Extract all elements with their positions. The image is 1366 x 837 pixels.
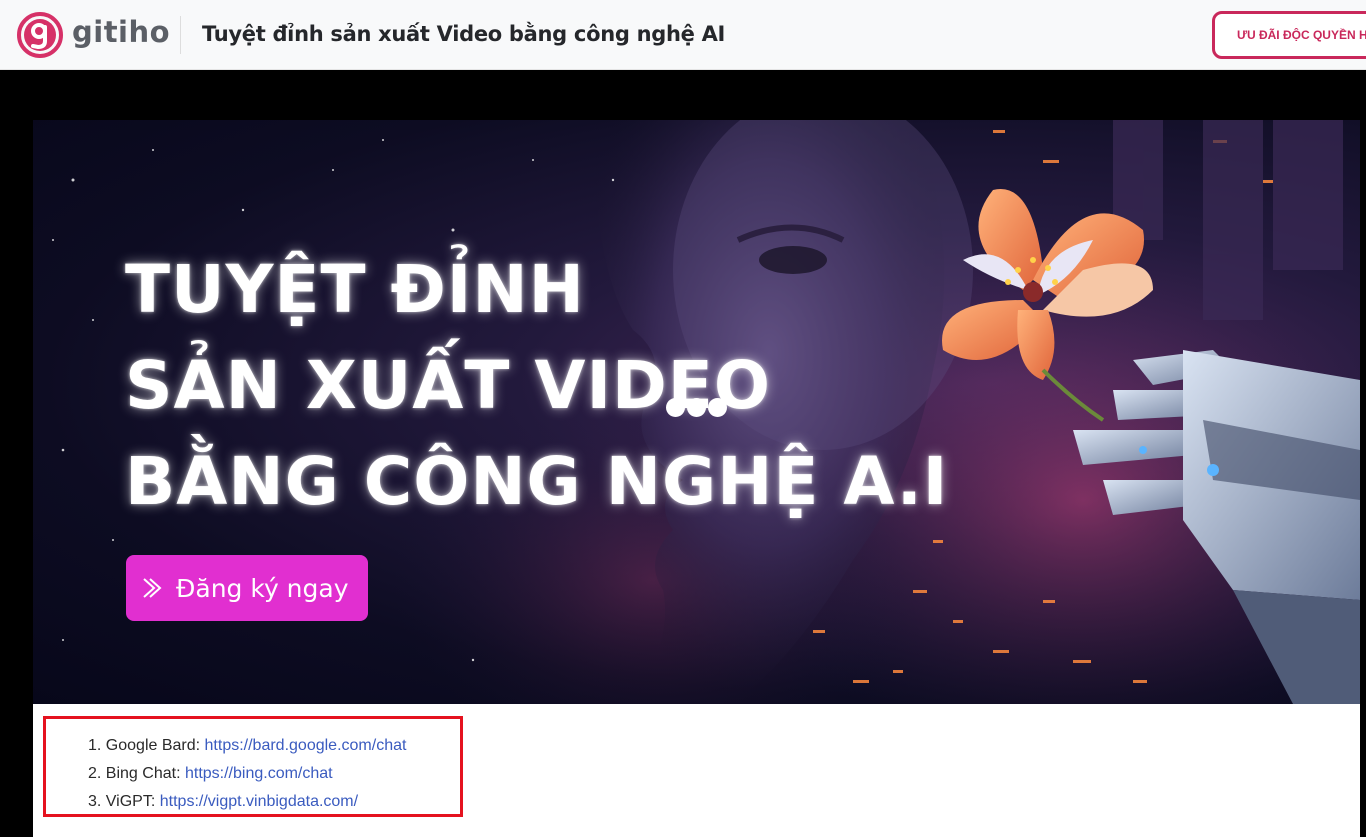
list-item: 2. Bing Chat: https://bing.com/chat [88, 765, 333, 782]
course-banner[interactable]: TUYỆT ĐỈNH SẢN XUẤT VIDEO BẰNG CÔNG NGHỆ… [33, 120, 1360, 704]
register-now-label: Đăng ký ngay [176, 573, 349, 603]
headline-line-3: BẰNG CÔNG NGHỆ A.I [125, 443, 949, 520]
header-divider [180, 16, 181, 54]
banner-headline: TUYỆT ĐỈNH SẢN XUẤT VIDEO BẰNG CÔNG NGHỆ… [125, 242, 948, 530]
exclusive-offer-button[interactable]: ƯU ĐÃI ĐỘC QUYỀN H [1212, 11, 1366, 59]
list-item: 3. ViGPT: https://vigpt.vinbigdata.com/ [88, 793, 359, 810]
headline-line-2: SẢN XUẤT VIDEO [125, 347, 771, 424]
gitiho-logo-icon [17, 12, 63, 58]
top-header: gitiho Tuyệt đỉnh sản xuất Video bằng cô… [0, 0, 1366, 70]
logo-text: gitiho [72, 15, 171, 49]
gitiho-logo[interactable]: gitiho [16, 10, 170, 60]
list-item: 1. Google Bard: https://bard.google.com/… [88, 737, 407, 754]
chevron-right-icon [143, 578, 162, 598]
loading-dots-icon [666, 398, 727, 417]
course-title: Tuyệt đỉnh sản xuất Video bằng công nghệ… [202, 22, 726, 46]
vigpt-link[interactable]: https://vigpt.vinbigdata.com/ [160, 793, 358, 810]
google-bard-link[interactable]: https://bard.google.com/chat [205, 737, 407, 754]
headline-line-1: TUYỆT ĐỈNH [125, 251, 585, 328]
register-now-button[interactable]: Đăng ký ngay [126, 555, 368, 621]
ai-chat-link-list: 1. Google Bard: https://bard.google.com/… [88, 732, 406, 816]
content-area: TUYỆT ĐỈNH SẢN XUẤT VIDEO BẰNG CÔNG NGHỆ… [33, 120, 1360, 837]
bing-chat-link[interactable]: https://bing.com/chat [185, 765, 333, 782]
